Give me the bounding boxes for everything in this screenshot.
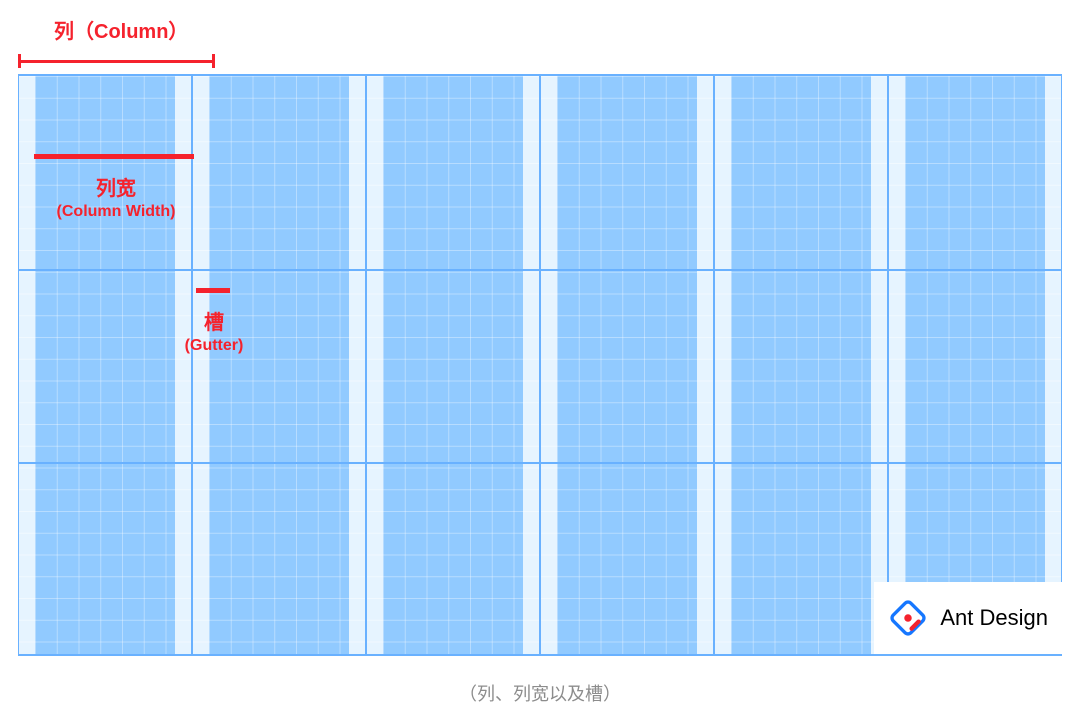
gutter-label-zh: 槽 [168,306,260,335]
ant-design-logo-icon [888,598,928,638]
gutter-label-en: (Gutter) [168,337,260,355]
diagram-page: 列（Column） Ant [0,0,1080,724]
column-1 [18,76,192,654]
column-bracket [18,54,215,68]
gutter-label: 槽 (Gutter) [168,306,260,355]
column-width-label: 列宽 (Column Width) [18,172,214,221]
brand-badge: Ant Design [874,582,1062,654]
columns-container [18,76,1062,654]
brand-name: Ant Design [940,605,1048,631]
column-3 [366,76,540,654]
column-label: 列（Column） [54,18,179,46]
column-5 [714,76,888,654]
grid-frame: Ant Design [18,74,1062,656]
column-label-text: 列（Column） [54,18,179,46]
column-6 [888,76,1062,654]
column-4 [540,76,714,654]
column-width-label-zh: 列宽 [18,172,214,201]
column-width-label-en: (Column Width) [18,203,214,221]
figure-caption: （列、列宽以及槽） [0,680,1080,706]
column-2 [192,76,366,654]
gutter-indicator [196,288,230,293]
column-width-indicator [34,154,194,159]
